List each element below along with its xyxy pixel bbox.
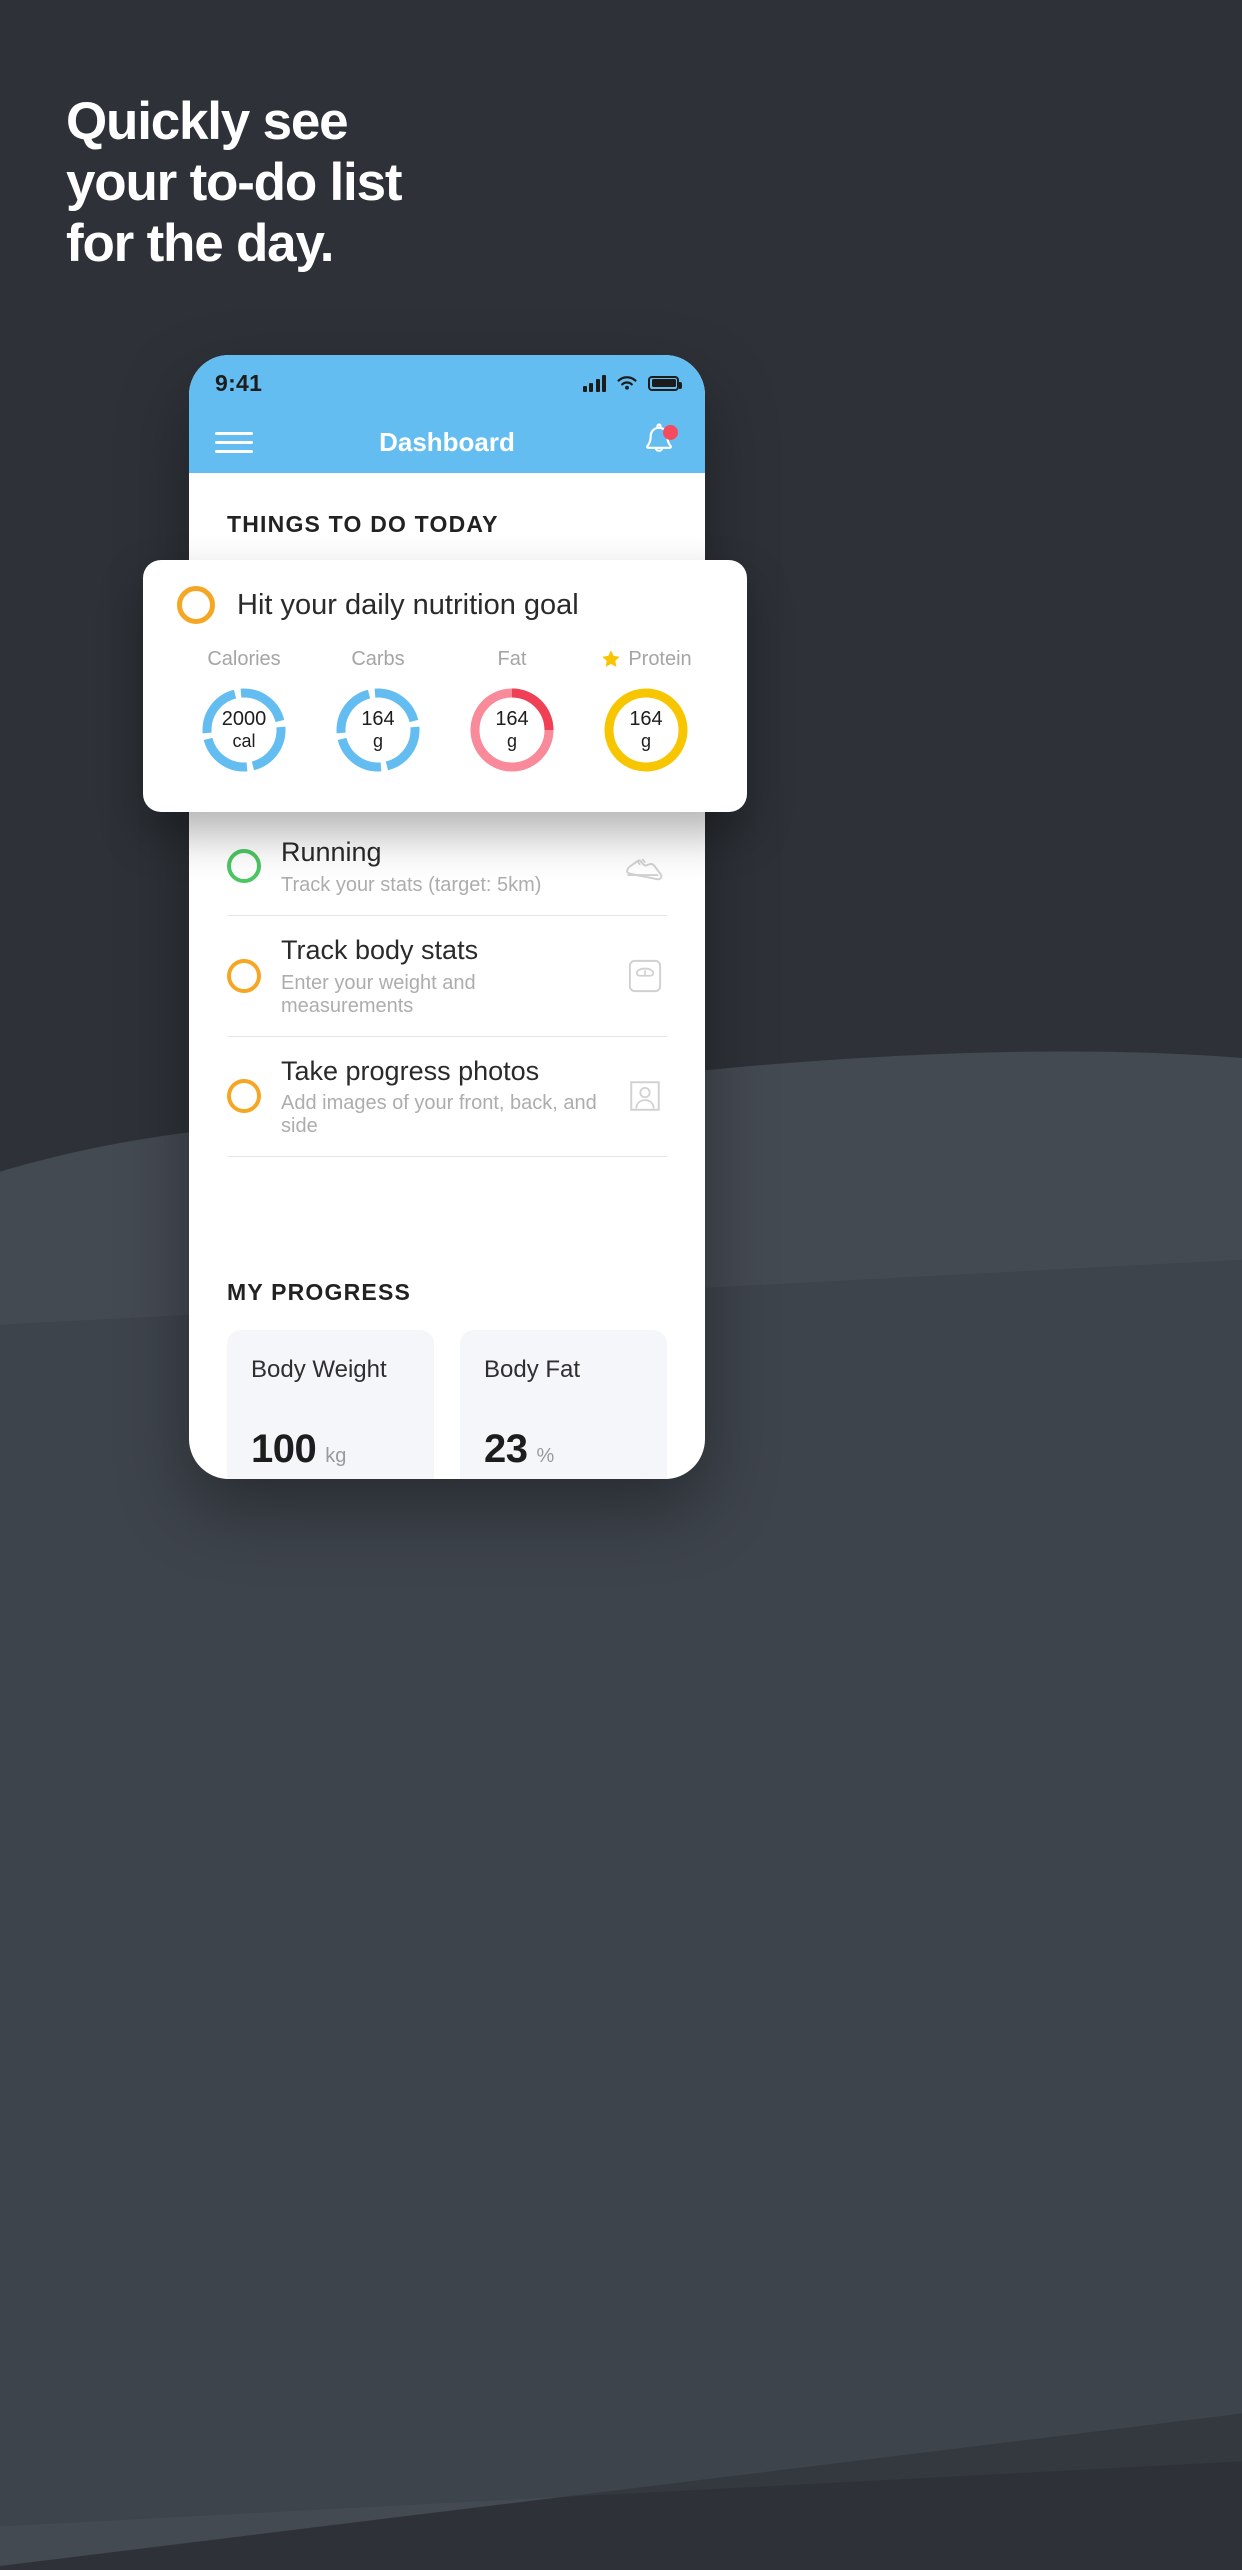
macro-value: 164 xyxy=(495,708,529,731)
macro-center-fat: 164 g xyxy=(464,682,560,778)
progress-section-heading: MY PROGRESS xyxy=(227,1279,412,1306)
progress-card-value-group: 23 % xyxy=(484,1427,554,1472)
status-icons xyxy=(582,374,682,392)
todo-subtitle: Track your stats (target: 5km) xyxy=(281,873,542,896)
progress-card-value: 100 xyxy=(251,1427,317,1472)
todo-subtitle: Add images of your front, back, and side xyxy=(281,1092,597,1138)
macro-ring-fat: 164 g xyxy=(464,682,560,778)
headline-line-2: your to-do list xyxy=(66,153,403,212)
body-weight-sparkline xyxy=(227,1474,434,1479)
headline-line-3: for the day. xyxy=(66,214,335,273)
signal-bars-icon xyxy=(582,374,606,392)
wifi-icon xyxy=(617,376,637,390)
macro-unit: g xyxy=(640,731,651,752)
macro-value: 164 xyxy=(361,708,395,731)
marketing-headline: Quickly see your to-do list for the day. xyxy=(66,92,403,278)
progress-card-unit: % xyxy=(536,1445,555,1468)
phone-mockup: 9:41 Dashboard THINGS TO DO TODAY Runnin… xyxy=(189,355,705,1479)
macro-value: 164 xyxy=(629,708,663,731)
macro-value: 2000 xyxy=(221,708,267,731)
todo-text-running: Running Track your stats (target: 5km) xyxy=(281,836,603,897)
progress-card-body-fat[interactable]: Body Fat 23 % xyxy=(460,1330,667,1479)
macro-calories[interactable]: Calories 2000 cal xyxy=(183,646,305,778)
weight-scale-icon xyxy=(628,959,662,992)
todo-title: Take progress photos xyxy=(281,1055,540,1086)
status-bar: 9:41 xyxy=(189,355,705,411)
battery-full-icon xyxy=(648,375,682,391)
progress-card-label: Body Weight xyxy=(251,1356,387,1384)
headline-line-1: Quickly see xyxy=(66,92,349,151)
todo-text-progress-photos: Take progress photos Add images of your … xyxy=(281,1055,603,1139)
body-fat-sparkline xyxy=(460,1474,667,1479)
macro-fat[interactable]: Fat 164 g xyxy=(451,646,573,778)
running-shoe-icon xyxy=(626,858,663,881)
progress-card-unit: kg xyxy=(325,1445,347,1468)
status-time: 9:41 xyxy=(215,369,263,396)
todo-subtitle: Enter your weight and measurements xyxy=(281,971,476,1017)
macro-carbs[interactable]: Carbs 164 g xyxy=(317,646,439,778)
macro-label: Protein xyxy=(628,647,692,670)
notifications-button[interactable] xyxy=(639,422,679,462)
todo-section-heading: THINGS TO DO TODAY xyxy=(227,511,499,537)
todo-checkbox-progress-photos[interactable] xyxy=(227,1079,261,1114)
nutrition-checkbox[interactable] xyxy=(177,586,215,624)
todo-title: Running xyxy=(281,837,382,867)
macro-center-protein: 164 g xyxy=(598,682,694,778)
progress-photo-icon xyxy=(630,1081,660,1112)
nutrition-goal-card[interactable]: Hit your daily nutrition goal Calories 2… xyxy=(143,560,747,812)
progress-card-grid: Body Weight 100 kg Body Fat 23 % xyxy=(227,1330,667,1479)
macro-ring-list: Calories 2000 cal Carbs 164 g Fat 164 g … xyxy=(177,646,713,778)
page-title: Dashboard xyxy=(379,426,515,457)
macro-ring-calories: 2000 cal xyxy=(196,682,292,778)
macro-ring-carbs: 164 g xyxy=(330,682,426,778)
macro-label: Fat xyxy=(497,647,527,670)
nutrition-card-title: Hit your daily nutrition goal xyxy=(237,588,579,621)
nutrition-card-header: Hit your daily nutrition goal xyxy=(177,586,713,624)
todo-text-body-stats: Track body stats Enter your weight and m… xyxy=(281,934,603,1018)
macro-center-carbs: 164 g xyxy=(330,682,426,778)
macro-protein[interactable]: Protein 164 g xyxy=(585,646,707,778)
macro-unit: cal xyxy=(232,731,256,752)
macro-label-protein: Protein xyxy=(585,646,707,672)
todo-item-progress-photos[interactable]: Take progress photos Add images of your … xyxy=(227,1037,667,1158)
todo-checkbox-running[interactable] xyxy=(227,849,261,884)
progress-card-body-weight[interactable]: Body Weight 100 kg xyxy=(227,1330,434,1479)
star-icon xyxy=(602,650,621,667)
progress-card-value: 23 xyxy=(484,1427,528,1472)
macro-label: Carbs xyxy=(351,647,405,670)
todo-item-body-stats[interactable]: Track body stats Enter your weight and m… xyxy=(227,916,667,1037)
macro-unit: g xyxy=(372,731,383,752)
macro-unit: g xyxy=(506,731,517,752)
app-navbar: Dashboard xyxy=(189,411,705,473)
progress-card-value-group: 100 kg xyxy=(251,1427,346,1472)
progress-card-label: Body Fat xyxy=(484,1356,581,1384)
hamburger-menu-icon[interactable] xyxy=(215,431,253,453)
notification-badge xyxy=(663,425,678,440)
macro-ring-protein: 164 g xyxy=(598,682,694,778)
todo-checkbox-body-stats[interactable] xyxy=(227,958,261,993)
todo-item-running[interactable]: Running Track your stats (target: 5km) xyxy=(227,818,667,916)
todo-title: Track body stats xyxy=(281,934,479,965)
macro-label: Calories xyxy=(207,647,281,670)
macro-center-calories: 2000 cal xyxy=(196,682,292,778)
